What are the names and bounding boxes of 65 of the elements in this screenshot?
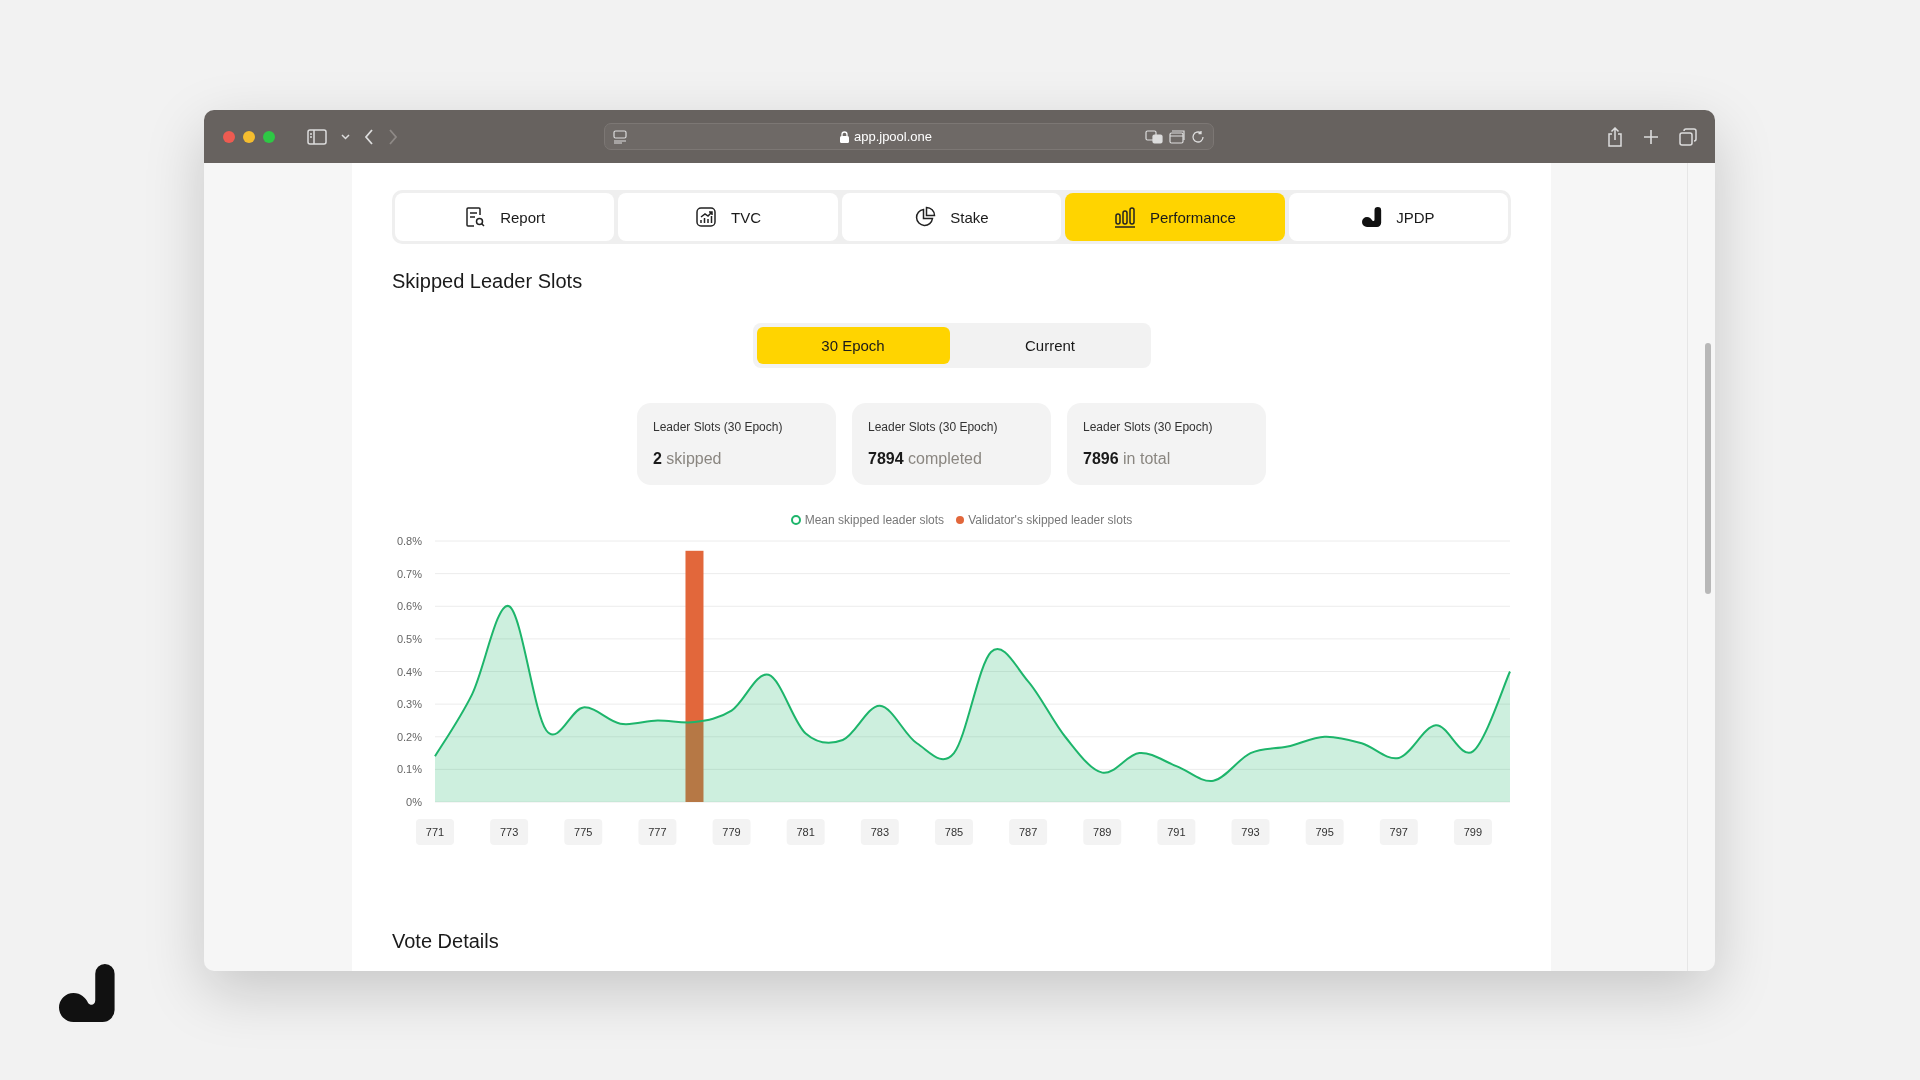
y-axis-label: 0.7% xyxy=(396,567,422,580)
x-axis-label: 773 xyxy=(499,826,519,838)
translate-icon[interactable] xyxy=(1145,129,1163,144)
lock-icon xyxy=(839,130,849,143)
tab[interactable]: Performance xyxy=(1065,193,1285,241)
x-axis-label: 775 xyxy=(574,826,593,838)
tab[interactable]: Stake xyxy=(841,193,1062,241)
close-icon[interactable] xyxy=(223,130,235,143)
x-axis-label: 793 xyxy=(1241,826,1260,838)
x-axis-label: 777 xyxy=(648,826,667,838)
tab-icon[interactable] xyxy=(1169,129,1185,144)
report-icon xyxy=(464,206,487,228)
toggle-option[interactable]: 30 Epoch xyxy=(756,327,950,364)
x-axis-label: 783 xyxy=(870,826,889,838)
logo-icon xyxy=(59,964,117,1022)
sidebar-icon[interactable] xyxy=(307,128,327,145)
reload-icon[interactable] xyxy=(1191,129,1205,144)
y-axis-label: 0% xyxy=(406,796,422,808)
bar-chart-icon xyxy=(1114,206,1136,228)
x-axis-label: 781 xyxy=(796,826,815,838)
tab[interactable]: JPDP xyxy=(1288,193,1509,241)
forward-icon[interactable] xyxy=(388,128,398,145)
x-axis-label: 789 xyxy=(1093,826,1112,838)
x-axis-label: 799 xyxy=(1463,826,1483,838)
y-axis-label: 0.8% xyxy=(396,535,422,547)
page-menu-icon[interactable] xyxy=(613,129,627,144)
plus-icon[interactable] xyxy=(1643,128,1659,145)
chart-icon xyxy=(695,206,718,228)
stat-label: Leader Slots (30 Epoch) xyxy=(868,420,999,434)
x-axis-label: 795 xyxy=(1315,826,1334,838)
share-icon[interactable] xyxy=(1607,126,1623,147)
y-axis-label: 0.5% xyxy=(396,632,422,645)
x-axis-label: 791 xyxy=(1167,826,1186,838)
x-axis-label: 785 xyxy=(944,826,964,838)
maximize-icon[interactable] xyxy=(263,130,275,143)
stat-value: 7894 completed xyxy=(868,450,983,468)
stat-label: Leader Slots (30 Epoch) xyxy=(1083,420,1214,434)
section-title: Vote Details xyxy=(392,930,500,953)
legend-label: Validator's skipped leader slots xyxy=(968,513,1133,527)
scrollbar-thumb[interactable] xyxy=(1705,343,1711,594)
address-bar[interactable]: app.jpool.one xyxy=(604,123,1214,150)
x-axis-label: 771 xyxy=(425,826,445,838)
y-axis-label: 0.1% xyxy=(396,763,422,776)
url-text: app.jpool.one xyxy=(853,129,933,144)
legend-label: Mean skipped leader slots xyxy=(804,513,945,527)
x-axis-label: 797 xyxy=(1389,826,1408,838)
tab[interactable]: TVC xyxy=(618,193,838,241)
tab[interactable]: Report xyxy=(395,193,615,241)
x-axis-label: 779 xyxy=(722,826,741,838)
pie-chart-icon xyxy=(914,206,937,228)
stat-value: 7896 in total xyxy=(1083,450,1172,468)
back-icon[interactable] xyxy=(364,128,374,145)
y-axis-label: 0.4% xyxy=(396,665,422,678)
stat-label: Leader Slots (30 Epoch) xyxy=(653,420,784,434)
y-axis-label: 0.6% xyxy=(396,600,422,613)
chevron-down-icon[interactable] xyxy=(341,133,350,140)
y-axis-label: 0.2% xyxy=(396,730,422,743)
toggle-option[interactable]: Current xyxy=(953,327,1147,364)
tabs-overview-icon[interactable] xyxy=(1679,127,1697,146)
logo-icon xyxy=(1362,207,1383,227)
x-axis-label: 787 xyxy=(1018,826,1038,838)
y-axis-label: 0.3% xyxy=(396,698,422,711)
section-title: Skipped Leader Slots xyxy=(392,270,584,293)
stat-value: 2 skipped xyxy=(653,450,723,468)
minimize-icon[interactable] xyxy=(243,130,255,143)
